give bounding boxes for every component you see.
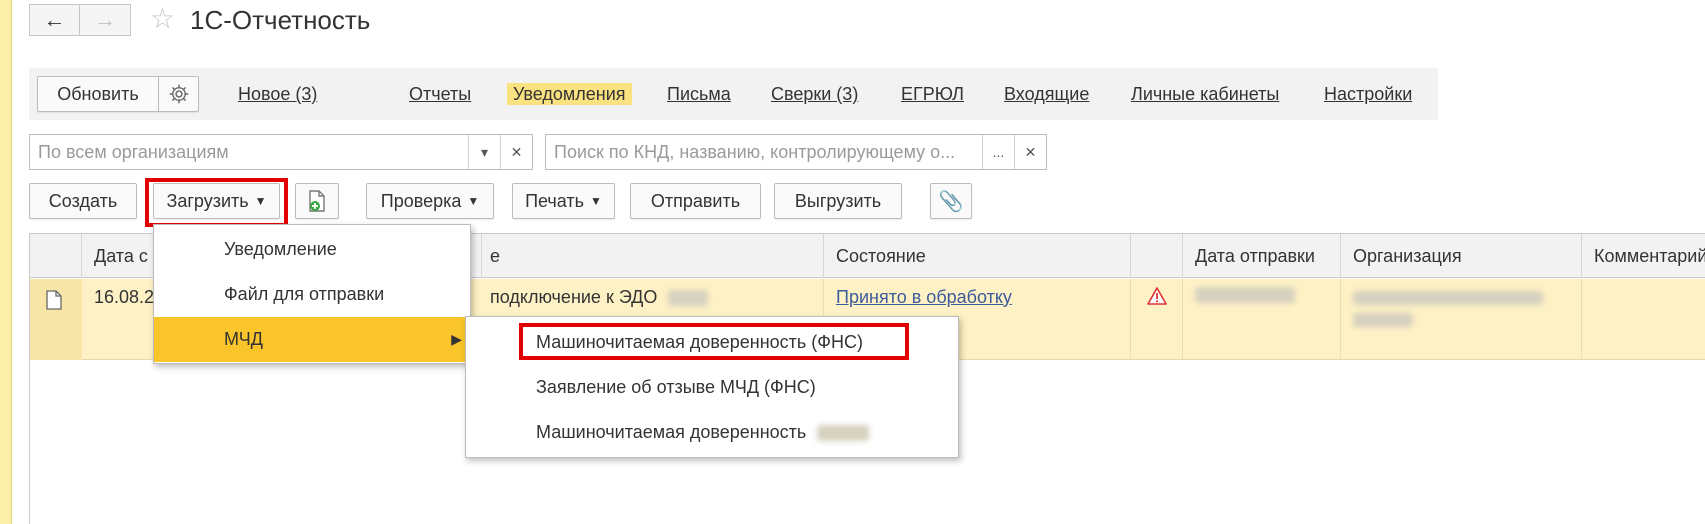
tab-reports[interactable]: Отчеты xyxy=(409,83,471,105)
create-button[interactable]: Создать xyxy=(29,183,137,219)
header-send-date[interactable]: Дата отправки xyxy=(1183,234,1341,278)
forward-button[interactable]: → xyxy=(80,4,131,36)
check-button[interactable]: Проверка ▼ xyxy=(366,183,494,219)
tab-personal-accounts[interactable]: Личные кабинеты xyxy=(1131,83,1279,105)
document-icon xyxy=(46,290,62,310)
redacted-text xyxy=(817,425,870,442)
attach-button[interactable]: 📎 xyxy=(930,183,972,219)
page-title: 1С-Отчетность xyxy=(190,5,371,35)
redacted-text xyxy=(668,290,709,307)
tab-settings[interactable]: Настройки xyxy=(1324,83,1412,105)
cell-organization xyxy=(1341,279,1582,360)
header-organization[interactable]: Организация xyxy=(1341,234,1582,278)
add-file-button[interactable] xyxy=(295,183,339,219)
tab-letters[interactable]: Письма xyxy=(667,83,731,105)
submenu-item-revocation-fns[interactable]: Заявление об отзыве МЧД (ФНС) xyxy=(466,365,958,410)
load-dropdown-menu: Уведомление Файл для отправки МЧД ▶ xyxy=(153,224,471,364)
status-link[interactable]: Принято в обработку xyxy=(836,287,1012,307)
cell-warning xyxy=(1131,279,1183,360)
header-gutter xyxy=(30,234,82,278)
submenu-arrow-icon: ▶ xyxy=(451,331,462,347)
settings-button[interactable] xyxy=(159,76,199,112)
submenu-item-power-of-attorney-other[interactable]: Машиночитаемая доверенность xyxy=(466,410,958,455)
cell-name-text: подключение к ЭДО xyxy=(490,287,658,307)
clear-icon[interactable]: ✕ xyxy=(1014,135,1046,169)
redacted-text xyxy=(1353,313,1413,327)
print-button-label: Печать xyxy=(525,190,585,211)
dropdown-arrow-icon[interactable]: ▾ xyxy=(468,135,500,169)
redacted-text xyxy=(1195,287,1295,303)
more-icon[interactable]: ... xyxy=(982,135,1014,169)
refresh-group: Обновить xyxy=(37,76,199,112)
paperclip-icon: 📎 xyxy=(938,190,964,213)
redacted-text xyxy=(1353,291,1543,305)
header-comment[interactable]: Комментарий xyxy=(1582,234,1705,278)
check-button-label: Проверка xyxy=(380,190,462,211)
cell-comment xyxy=(1582,279,1705,360)
search-field[interactable]: Поиск по КНД, названию, контролирующему … xyxy=(545,134,1047,170)
menu-item-notification[interactable]: Уведомление xyxy=(154,227,470,272)
header-status[interactable]: Состояние xyxy=(824,234,1131,278)
unload-button[interactable]: Выгрузить xyxy=(774,183,902,219)
caret-down-icon: ▼ xyxy=(590,194,602,208)
organization-filter-input[interactable]: По всем организациям xyxy=(30,135,468,169)
tab-notifications[interactable]: Уведомления xyxy=(507,83,632,105)
section-bar: Обновить Новое (3) Отчеты Уведомления Пи… xyxy=(29,68,1438,120)
tab-new[interactable]: Новое (3) xyxy=(238,83,317,105)
clear-icon[interactable]: ✕ xyxy=(500,135,532,169)
menu-item-mchd[interactable]: МЧД ▶ xyxy=(154,317,470,362)
cell-send-date xyxy=(1183,279,1341,360)
load-button-highlight xyxy=(145,178,288,227)
arrow-left-icon: ← xyxy=(43,7,66,32)
submenu-item-label: Машиночитаемая доверенность xyxy=(536,422,807,442)
header-warning[interactable] xyxy=(1131,234,1183,278)
history-nav: ← → xyxy=(29,4,131,36)
organization-filter[interactable]: По всем организациям ▾ ✕ xyxy=(29,134,533,170)
print-button[interactable]: Печать ▼ xyxy=(512,183,615,219)
submenu-item-highlight xyxy=(519,323,909,360)
left-panel-strip xyxy=(0,0,12,524)
header-name[interactable]: е xyxy=(482,234,824,278)
caret-down-icon: ▼ xyxy=(467,194,480,208)
arrow-right-icon: → xyxy=(94,7,116,32)
row-gutter xyxy=(30,279,82,360)
send-button[interactable]: Отправить xyxy=(630,183,761,219)
warning-icon xyxy=(1146,287,1167,305)
back-button[interactable]: ← xyxy=(29,4,80,36)
gear-icon xyxy=(169,84,188,104)
tab-egrul[interactable]: ЕГРЮЛ xyxy=(901,83,964,105)
search-input[interactable]: Поиск по КНД, названию, контролирующему … xyxy=(546,135,982,169)
tab-reconciliations[interactable]: Сверки (3) xyxy=(771,83,858,105)
tab-incoming[interactable]: Входящие xyxy=(1004,83,1089,105)
add-document-icon xyxy=(309,190,325,212)
menu-item-mchd-label: МЧД xyxy=(224,329,263,349)
menu-item-file-to-send[interactable]: Файл для отправки xyxy=(154,272,470,317)
favorite-star-icon[interactable]: ☆ xyxy=(150,3,175,35)
refresh-button[interactable]: Обновить xyxy=(37,76,159,112)
